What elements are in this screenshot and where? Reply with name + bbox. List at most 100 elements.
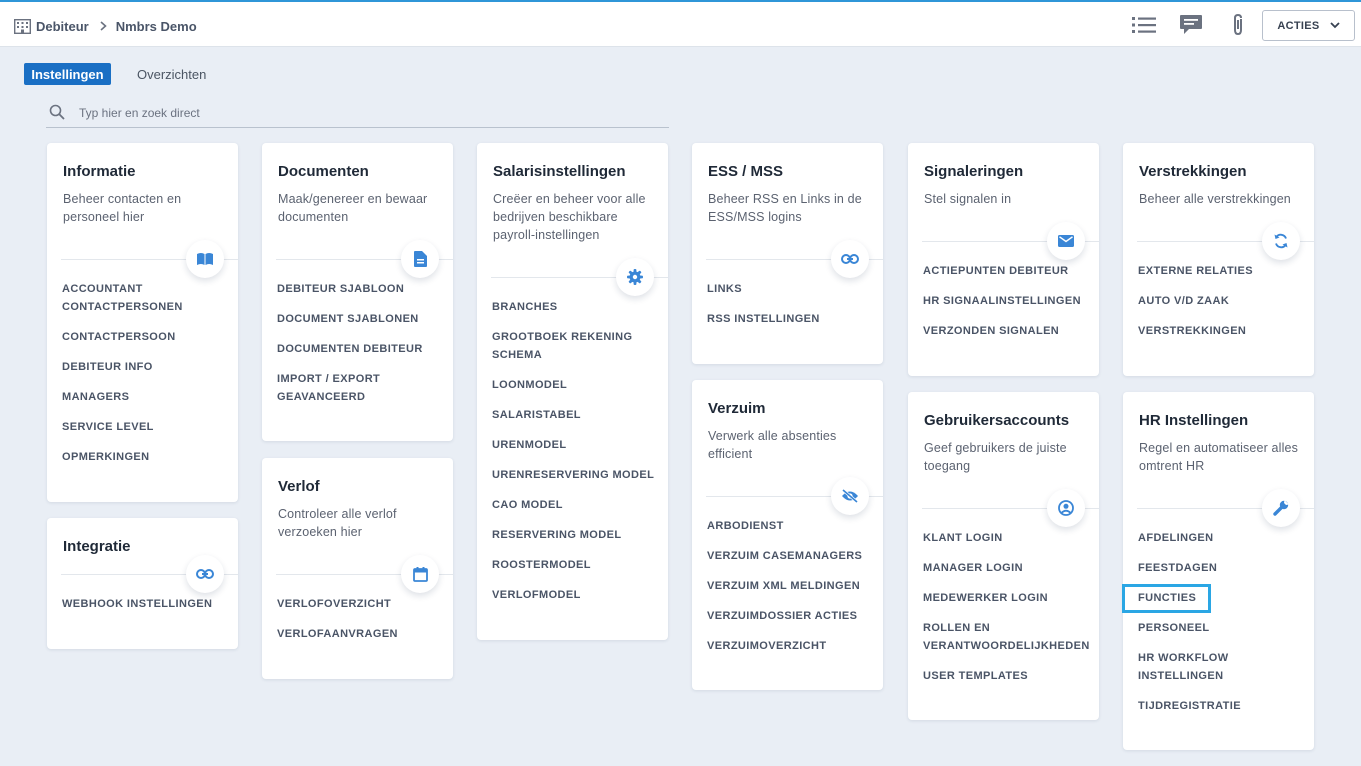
link-verzonden-signalen[interactable]: VERZONDEN SIGNALEN xyxy=(923,322,1091,340)
link-verzuim-casemanagers[interactable]: VERZUIM CASEMANAGERS xyxy=(707,547,875,565)
book-open-icon xyxy=(186,240,224,278)
link-links[interactable]: LINKS xyxy=(707,280,875,298)
link-verzuimdossier-acties[interactable]: VERZUIMDOSSIER ACTIES xyxy=(707,607,875,625)
card-title: Verzuim xyxy=(708,400,766,417)
link-rss-instellingen[interactable]: RSS INSTELLINGEN xyxy=(707,310,875,328)
card-verzuim: Verzuim Verwerk alle absenties efficient… xyxy=(692,380,883,690)
refresh-icon xyxy=(1262,222,1300,260)
link-hr-workflow-instellingen[interactable]: HR WORKFLOW INSTELLINGEN xyxy=(1138,649,1306,685)
search-input[interactable] xyxy=(79,103,659,123)
search-icon xyxy=(49,104,65,120)
card-salarisinstellingen: Salarisinstellingen Creëer en beheer voo… xyxy=(477,143,668,640)
card-title: Salarisinstellingen xyxy=(493,163,626,180)
acties-button[interactable]: ACTIES xyxy=(1262,10,1355,41)
card-integratie: Integratie WEBHOOK INSTELLINGEN xyxy=(47,518,238,649)
card-links: ACTIEPUNTEN DEBITEUR HR SIGNAALINSTELLIN… xyxy=(923,262,1091,352)
link-icon xyxy=(831,240,869,278)
link-debiteur-sjabloon[interactable]: DEBITEUR SJABLOON xyxy=(277,280,445,298)
link-verzuimoverzicht[interactable]: VERZUIMOVERZICHT xyxy=(707,637,875,655)
card-description: Stel signalen in xyxy=(924,192,1012,206)
link-externe-relaties[interactable]: EXTERNE RELATIES xyxy=(1138,262,1306,280)
card-title: Informatie xyxy=(63,163,136,180)
search-bar xyxy=(46,100,669,128)
card-links: WEBHOOK INSTELLINGEN xyxy=(62,595,230,625)
card-title: Documenten xyxy=(278,163,369,180)
link-roostermodel[interactable]: ROOSTERMODEL xyxy=(492,556,660,574)
link-verlofaanvragen[interactable]: VERLOFAANVRAGEN xyxy=(277,625,445,643)
link-auto-vd-zaak[interactable]: AUTO V/D ZAAK xyxy=(1138,292,1306,310)
link-debiteur-info[interactable]: DEBITEUR INFO xyxy=(62,358,230,376)
card-links: LINKS RSS INSTELLINGEN xyxy=(707,280,875,340)
link-branches[interactable]: BRANCHES xyxy=(492,298,660,316)
link-personeel[interactable]: PERSONEEL xyxy=(1138,619,1306,637)
chat-icon[interactable] xyxy=(1178,12,1204,38)
link-verlofoverzicht[interactable]: VERLOFOVERZICHT xyxy=(277,595,445,613)
paperclip-icon[interactable] xyxy=(1225,12,1251,38)
link-functies[interactable]: FUNCTIES xyxy=(1138,589,1306,607)
card-hr-instellingen: HR Instellingen Regel en automatiseer al… xyxy=(1123,392,1314,750)
link-afdelingen[interactable]: AFDELINGEN xyxy=(1138,529,1306,547)
link-service-level[interactable]: SERVICE LEVEL xyxy=(62,418,230,436)
card-description: Beheer contacten en personeel hier xyxy=(63,192,182,224)
card-title: Integratie xyxy=(63,538,131,555)
chevron-down-icon xyxy=(1329,20,1340,32)
card-title: Verlof xyxy=(278,478,320,495)
link-document-sjablonen[interactable]: DOCUMENT SJABLONEN xyxy=(277,310,445,328)
card-description: Geef gebruikers de juiste toegang xyxy=(924,441,1067,473)
link-loonmodel[interactable]: LOONMODEL xyxy=(492,376,660,394)
link-webhook-instellingen[interactable]: WEBHOOK INSTELLINGEN xyxy=(62,595,230,613)
link-verlofmodel[interactable]: VERLOFMODEL xyxy=(492,586,660,604)
link-reservering-model[interactable]: RESERVERING MODEL xyxy=(492,526,660,544)
link-klant-login[interactable]: KLANT LOGIN xyxy=(923,529,1091,547)
card-documenten: Documenten Maak/genereer en bewaar docum… xyxy=(262,143,453,441)
link-hr-signaalinstellingen[interactable]: HR SIGNAALINSTELLINGEN xyxy=(923,292,1091,310)
tab-instellingen[interactable]: Instellingen xyxy=(24,63,111,85)
link-urenreservering-model[interactable]: URENRESERVERING MODEL xyxy=(492,466,660,484)
eye-off-icon xyxy=(831,477,869,515)
link-cao-model[interactable]: CAO MODEL xyxy=(492,496,660,514)
link-opmerkingen[interactable]: OPMERKINGEN xyxy=(62,448,230,466)
link-user-templates[interactable]: USER TEMPLATES xyxy=(923,667,1091,685)
top-bar: Debiteur Nmbrs Demo ACTIES xyxy=(0,0,1361,47)
card-links: ACCOUNTANT CONTACTPERSONEN CONTACTPERSOO… xyxy=(62,280,230,478)
link-contactpersoon[interactable]: CONTACTPERSOON xyxy=(62,328,230,346)
tab-overzichten[interactable]: Overzichten xyxy=(137,63,206,85)
link-medewerker-login[interactable]: MEDEWERKER LOGIN xyxy=(923,589,1091,607)
card-description: Verwerk alle absenties efficient xyxy=(708,429,837,461)
calendar-icon xyxy=(401,555,439,593)
card-links: AFDELINGEN FEESTDAGEN FUNCTIES PERSONEEL… xyxy=(1138,529,1306,727)
link-urenmodel[interactable]: URENMODEL xyxy=(492,436,660,454)
card-verlof: Verlof Controleer alle verlof verzoeken … xyxy=(262,458,453,679)
card-ess-mss: ESS / MSS Beheer RSS en Links in de ESS/… xyxy=(692,143,883,364)
card-verstrekkingen: Verstrekkingen Beheer alle verstrekkinge… xyxy=(1123,143,1314,376)
card-links: VERLOFOVERZICHT VERLOFAANVRAGEN xyxy=(277,595,445,655)
link-managers[interactable]: MANAGERS xyxy=(62,388,230,406)
breadcrumb: Debiteur Nmbrs Demo xyxy=(14,16,197,36)
card-title: HR Instellingen xyxy=(1139,412,1249,429)
link-verstrekkingen[interactable]: VERSTREKKINGEN xyxy=(1138,322,1306,340)
card-title: Gebruikersaccounts xyxy=(924,412,1070,429)
card-description: Regel en automatiseer alles omtrent HR xyxy=(1139,441,1298,473)
link-salaristabel[interactable]: SALARISTABEL xyxy=(492,406,660,424)
link-import-export-geavanceerd[interactable]: IMPORT / EXPORT GEAVANCEERD xyxy=(277,370,445,406)
chevron-right-icon xyxy=(100,21,107,31)
link-accountant-contactpersonen[interactable]: ACCOUNTANT CONTACTPERSONEN xyxy=(62,280,230,316)
envelope-icon xyxy=(1047,222,1085,260)
link-arbodienst[interactable]: ARBODIENST xyxy=(707,517,875,535)
link-rollen-en-verantwoordelijkheden[interactable]: ROLLEN EN VERANTWOORDELIJKHEDEN xyxy=(923,619,1091,655)
card-description: Beheer RSS en Links in de ESS/MSS logins xyxy=(708,192,862,224)
list-icon[interactable] xyxy=(1131,12,1157,38)
link-documenten-debiteur[interactable]: DOCUMENTEN DEBITEUR xyxy=(277,340,445,358)
breadcrumb-parent[interactable]: Debiteur xyxy=(36,19,89,34)
gear-icon xyxy=(616,258,654,296)
link-grootboek-rekening-schema[interactable]: GROOTBOEK REKENING SCHEMA xyxy=(492,328,660,364)
link-tijdregistratie[interactable]: TIJDREGISTRATIE xyxy=(1138,697,1306,715)
card-description: Beheer alle verstrekkingen xyxy=(1139,192,1291,206)
link-actiepunten-debiteur[interactable]: ACTIEPUNTEN DEBITEUR xyxy=(923,262,1091,280)
card-description: Controleer alle verlof verzoeken hier xyxy=(278,507,397,539)
link-manager-login[interactable]: MANAGER LOGIN xyxy=(923,559,1091,577)
link-feestdagen[interactable]: FEESTDAGEN xyxy=(1138,559,1306,577)
acties-label: ACTIES xyxy=(1277,19,1320,32)
link-verzuim-xml-meldingen[interactable]: VERZUIM XML MELDINGEN xyxy=(707,577,875,595)
card-links: KLANT LOGIN MANAGER LOGIN MEDEWERKER LOG… xyxy=(923,529,1091,697)
